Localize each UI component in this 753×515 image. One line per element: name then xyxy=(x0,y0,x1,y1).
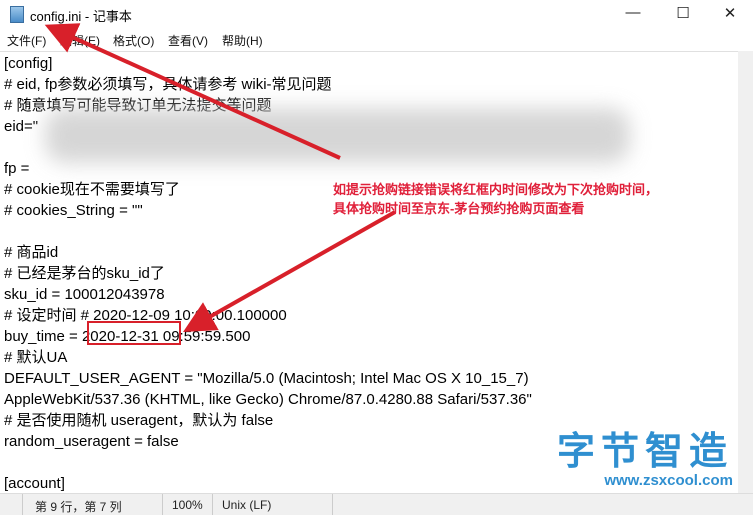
arrow-to-time xyxy=(183,210,396,332)
annotation-line-2: 具体抢购时间至京东-茅台预约抢购页面查看 xyxy=(333,201,585,216)
arrow-to-title xyxy=(44,23,341,160)
line-ending: Unix (LF) xyxy=(222,498,272,512)
watermark-name: 字节智造 xyxy=(556,431,733,473)
status-bar: 第 9 行，第 7 列 100% Unix (LF) xyxy=(0,493,753,515)
annotation-line-1: 如提示抢购链接错误将红框内时间修改为下次抢购时间， xyxy=(333,182,659,197)
cursor-position: 第 9 行，第 7 列 xyxy=(35,500,122,514)
watermark-url: www.zsxcool.com xyxy=(604,472,733,489)
watermark: 字节智造 www.zsxcool.com xyxy=(557,432,733,489)
annotation-note: 如提示抢购链接错误将红框内时间修改为下次抢购时间， 具体抢购时间至京东-茅台预约… xyxy=(333,180,658,218)
zoom-level: 100% xyxy=(172,498,203,512)
